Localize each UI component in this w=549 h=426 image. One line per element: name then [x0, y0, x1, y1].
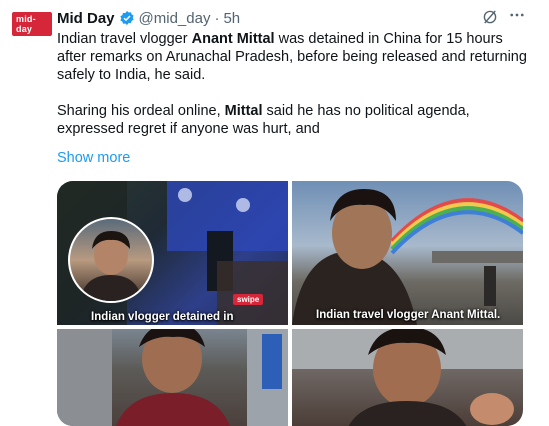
tweet-text: Indian travel vlogger Anant Mittal was d… — [57, 30, 533, 138]
bold-name: Mittal — [224, 103, 263, 119]
media-image-3[interactable] — [57, 329, 288, 426]
author-handle[interactable]: @mid_day — [139, 10, 211, 27]
show-more-link[interactable]: Show more — [57, 150, 130, 166]
media-image-2[interactable]: Indian travel vlogger Anant Mittal. — [292, 181, 523, 325]
image-2-scene — [292, 189, 523, 325]
tweet-header: Mid Day @mid_day · 5h — [57, 8, 240, 28]
swipe-badge: swipe — [233, 294, 264, 305]
media-grid: swipe Indian vlogger detained in Indian … — [57, 181, 523, 426]
timestamp[interactable]: 5h — [223, 10, 240, 27]
separator-dot: · — [214, 9, 220, 27]
avatar[interactable]: mid-day — [12, 12, 52, 36]
more-icon[interactable] — [508, 6, 526, 24]
author-name[interactable]: Mid Day — [57, 10, 115, 27]
text-segment: Indian travel vlogger — [57, 31, 192, 47]
tweet-paragraph-2: Sharing his ordeal online, Mittal said h… — [57, 102, 533, 138]
image-1-caption: Indian vlogger detained in — [91, 311, 234, 323]
tweet-paragraph-1: Indian travel vlogger Anant Mittal was d… — [57, 30, 533, 84]
portrait-figure — [80, 231, 142, 301]
image-2-caption: Indian travel vlogger Anant Mittal. — [316, 309, 501, 321]
media-image-1[interactable]: swipe Indian vlogger detained in — [57, 181, 288, 325]
bold-name: Anant Mittal — [191, 31, 275, 47]
grok-icon[interactable] — [481, 8, 499, 26]
vlogger-inset-portrait — [68, 217, 154, 303]
image-4-scene — [292, 329, 523, 426]
mid-day-logo: mid-day — [12, 12, 52, 36]
verified-badge-icon — [119, 11, 134, 25]
media-image-4[interactable] — [292, 329, 523, 426]
text-segment: Sharing his ordeal online, — [57, 103, 225, 119]
image-3-scene — [57, 329, 288, 426]
